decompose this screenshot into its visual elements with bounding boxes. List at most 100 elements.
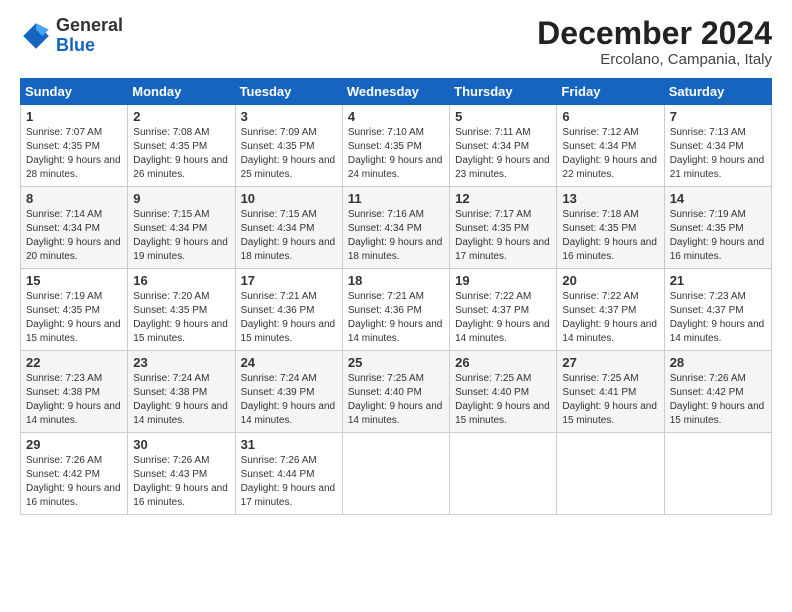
month-title: December 2024 [537, 16, 772, 51]
day-number: 1 [26, 109, 122, 124]
table-row: 21Sunrise: 7:23 AMSunset: 4:37 PMDayligh… [664, 269, 771, 351]
day-info: Sunrise: 7:26 AMSunset: 4:42 PMDaylight:… [26, 454, 122, 510]
day-info: Sunrise: 7:09 AMSunset: 4:35 PMDaylight:… [241, 126, 337, 182]
table-row: 8 Sunrise: 7:14 AMSunset: 4:34 PMDaylight… [21, 187, 128, 269]
day-number: 22 [26, 355, 122, 370]
day-info: Sunrise: 7:16 AMSunset: 4:34 PMDaylight:… [348, 208, 444, 264]
day-number: 23 [133, 355, 229, 370]
logo-text: General Blue [56, 16, 123, 56]
calendar: Sunday Monday Tuesday Wednesday Thursday… [20, 78, 772, 515]
table-row: 2Sunrise: 7:08 AMSunset: 4:35 PMDaylight… [128, 105, 235, 187]
table-row: 12 Sunrise: 7:17 AMSunset: 4:35 PMDayligh… [450, 187, 557, 269]
day-info: Sunrise: 7:14 AMSunset: 4:34 PMDaylight:… [26, 208, 122, 264]
day-number: 3 [241, 109, 337, 124]
col-monday: Monday [128, 79, 235, 105]
table-row: 25 Sunrise: 7:25 AMSunset: 4:40 PMDayligh… [342, 351, 449, 433]
table-row: 30Sunrise: 7:26 AMSunset: 4:43 PMDayligh… [128, 433, 235, 515]
table-row [664, 433, 771, 515]
logo-general: General [56, 15, 123, 35]
day-info: Sunrise: 7:21 AMSunset: 4:36 PMDaylight:… [241, 290, 337, 346]
table-row: 26 Sunrise: 7:25 AMSunset: 4:40 PMDayligh… [450, 351, 557, 433]
table-row: 4 Sunrise: 7:10 AMSunset: 4:35 PMDaylight… [342, 105, 449, 187]
table-row: 10Sunrise: 7:15 AMSunset: 4:34 PMDayligh… [235, 187, 342, 269]
table-row [450, 433, 557, 515]
day-number: 11 [348, 191, 444, 206]
day-number: 15 [26, 273, 122, 288]
day-info: Sunrise: 7:23 AMSunset: 4:37 PMDaylight:… [670, 290, 766, 346]
day-info: Sunrise: 7:07 AMSunset: 4:35 PMDaylight:… [26, 126, 122, 182]
day-info: Sunrise: 7:08 AMSunset: 4:35 PMDaylight:… [133, 126, 229, 182]
table-row: 27 Sunrise: 7:25 AMSunset: 4:41 PMDayligh… [557, 351, 664, 433]
table-row: 29 Sunrise: 7:26 AMSunset: 4:42 PMDayligh… [21, 433, 128, 515]
day-number: 13 [562, 191, 658, 206]
table-row: 18 Sunrise: 7:21 AMSunset: 4:36 PMDayligh… [342, 269, 449, 351]
day-number: 6 [562, 109, 658, 124]
day-info: Sunrise: 7:13 AMSunset: 4:34 PMDaylight:… [670, 126, 766, 182]
day-number: 9 [133, 191, 229, 206]
day-number: 19 [455, 273, 551, 288]
day-number: 25 [348, 355, 444, 370]
day-number: 14 [670, 191, 766, 206]
col-thursday: Thursday [450, 79, 557, 105]
day-info: Sunrise: 7:26 AMSunset: 4:44 PMDaylight:… [241, 454, 337, 510]
location: Ercolano, Campania, Italy [537, 51, 772, 68]
day-number: 26 [455, 355, 551, 370]
page: General Blue December 2024 Ercolano, Cam… [0, 0, 792, 612]
day-number: 16 [133, 273, 229, 288]
table-row: 24 Sunrise: 7:24 AMSunset: 4:39 PMDayligh… [235, 351, 342, 433]
table-row: 28Sunrise: 7:26 AMSunset: 4:42 PMDayligh… [664, 351, 771, 433]
table-row: 5 Sunrise: 7:11 AMSunset: 4:34 PMDaylight… [450, 105, 557, 187]
day-info: Sunrise: 7:22 AMSunset: 4:37 PMDaylight:… [562, 290, 658, 346]
table-row: 7 Sunrise: 7:13 AMSunset: 4:34 PMDaylight… [664, 105, 771, 187]
logo-icon [20, 20, 52, 52]
day-info: Sunrise: 7:12 AMSunset: 4:34 PMDaylight:… [562, 126, 658, 182]
table-row: 19 Sunrise: 7:22 AMSunset: 4:37 PMDayligh… [450, 269, 557, 351]
header: General Blue December 2024 Ercolano, Cam… [20, 16, 772, 68]
day-info: Sunrise: 7:23 AMSunset: 4:38 PMDaylight:… [26, 372, 122, 428]
col-sunday: Sunday [21, 79, 128, 105]
day-info: Sunrise: 7:25 AMSunset: 4:40 PMDaylight:… [455, 372, 551, 428]
day-info: Sunrise: 7:25 AMSunset: 4:40 PMDaylight:… [348, 372, 444, 428]
table-row: 14 Sunrise: 7:19 AMSunset: 4:35 PMDayligh… [664, 187, 771, 269]
day-number: 27 [562, 355, 658, 370]
title-block: December 2024 Ercolano, Campania, Italy [537, 16, 772, 68]
day-info: Sunrise: 7:26 AMSunset: 4:43 PMDaylight:… [133, 454, 229, 510]
col-saturday: Saturday [664, 79, 771, 105]
day-number: 18 [348, 273, 444, 288]
table-row: 23 Sunrise: 7:24 AMSunset: 4:38 PMDayligh… [128, 351, 235, 433]
day-number: 29 [26, 437, 122, 452]
table-row: 31 Sunrise: 7:26 AMSunset: 4:44 PMDayligh… [235, 433, 342, 515]
header-row: Sunday Monday Tuesday Wednesday Thursday… [21, 79, 772, 105]
day-number: 8 [26, 191, 122, 206]
day-info: Sunrise: 7:19 AMSunset: 4:35 PMDaylight:… [26, 290, 122, 346]
day-info: Sunrise: 7:24 AMSunset: 4:39 PMDaylight:… [241, 372, 337, 428]
day-number: 10 [241, 191, 337, 206]
table-row: 6 Sunrise: 7:12 AMSunset: 4:34 PMDaylight… [557, 105, 664, 187]
day-number: 4 [348, 109, 444, 124]
logo-blue: Blue [56, 35, 95, 55]
day-info: Sunrise: 7:22 AMSunset: 4:37 PMDaylight:… [455, 290, 551, 346]
day-info: Sunrise: 7:11 AMSunset: 4:34 PMDaylight:… [455, 126, 551, 182]
day-number: 5 [455, 109, 551, 124]
table-row: 16Sunrise: 7:20 AMSunset: 4:35 PMDayligh… [128, 269, 235, 351]
table-row: 13 Sunrise: 7:18 AMSunset: 4:35 PMDayligh… [557, 187, 664, 269]
day-info: Sunrise: 7:10 AMSunset: 4:35 PMDaylight:… [348, 126, 444, 182]
day-info: Sunrise: 7:21 AMSunset: 4:36 PMDaylight:… [348, 290, 444, 346]
day-info: Sunrise: 7:26 AMSunset: 4:42 PMDaylight:… [670, 372, 766, 428]
day-number: 20 [562, 273, 658, 288]
day-info: Sunrise: 7:17 AMSunset: 4:35 PMDaylight:… [455, 208, 551, 264]
day-info: Sunrise: 7:24 AMSunset: 4:38 PMDaylight:… [133, 372, 229, 428]
day-number: 12 [455, 191, 551, 206]
day-number: 24 [241, 355, 337, 370]
day-number: 17 [241, 273, 337, 288]
table-row: 15 Sunrise: 7:19 AMSunset: 4:35 PMDayligh… [21, 269, 128, 351]
table-row [557, 433, 664, 515]
table-row: 17 Sunrise: 7:21 AMSunset: 4:36 PMDayligh… [235, 269, 342, 351]
table-row: 22 Sunrise: 7:23 AMSunset: 4:38 PMDayligh… [21, 351, 128, 433]
day-info: Sunrise: 7:18 AMSunset: 4:35 PMDaylight:… [562, 208, 658, 264]
day-number: 31 [241, 437, 337, 452]
day-info: Sunrise: 7:19 AMSunset: 4:35 PMDaylight:… [670, 208, 766, 264]
day-number: 7 [670, 109, 766, 124]
col-friday: Friday [557, 79, 664, 105]
day-info: Sunrise: 7:25 AMSunset: 4:41 PMDaylight:… [562, 372, 658, 428]
